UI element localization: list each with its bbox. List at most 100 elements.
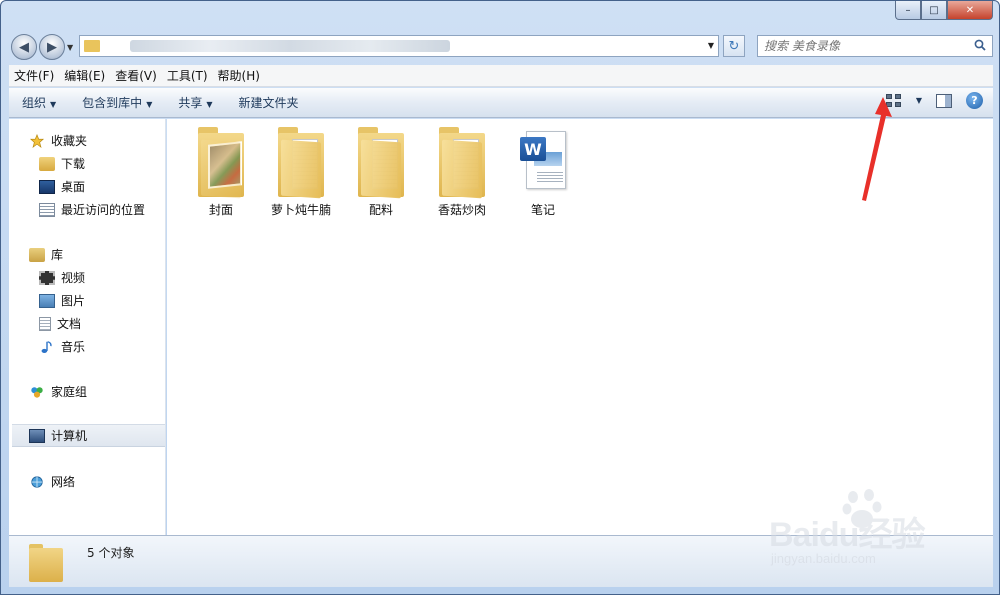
chevron-down-icon[interactable]: ▼ — [708, 41, 714, 50]
help-icon[interactable]: ? — [966, 92, 983, 109]
nav-desktop-label: 桌面 — [61, 180, 86, 194]
search-icon — [974, 39, 986, 51]
item-count: 5 个对象 — [87, 546, 135, 560]
nav-homegroup[interactable]: 家庭组 — [9, 380, 166, 403]
refresh-button[interactable]: ↻ — [723, 35, 745, 57]
red-arrow-annotation — [862, 97, 892, 201]
caption-buttons: – □ ✕ — [895, 1, 993, 21]
nav-computer[interactable]: 计算机 — [12, 424, 165, 447]
folder-icon — [84, 40, 100, 52]
computer-group: 计算机 — [9, 424, 166, 447]
favorites-group: 收藏夹 下载 桌面 最近访问的位置 — [9, 129, 166, 221]
recent-pages-dropdown[interactable]: ▼ — [67, 43, 73, 52]
address-bar[interactable]: ▼ — [79, 35, 719, 57]
address-path-blurred — [130, 40, 450, 52]
recent-places-icon — [39, 202, 55, 217]
file-item[interactable]: W 笔记 — [503, 127, 583, 218]
computer-icon — [29, 428, 45, 443]
menu-file[interactable]: 文件(F) — [9, 65, 59, 87]
watermark-url: jingyan.baidu.com — [771, 551, 876, 566]
menu-help[interactable]: 帮助(H) — [213, 65, 265, 87]
view-controls: ▼ ? — [885, 92, 983, 109]
folder-icon — [439, 127, 485, 199]
refresh-icon: ↻ — [728, 38, 740, 54]
back-button[interactable]: ◀ — [11, 34, 37, 60]
share-label: 共享 — [178, 95, 203, 110]
organize-label: 组织 — [22, 95, 47, 110]
folder-icon — [278, 127, 324, 199]
organize-button[interactable]: 组织 ▼ — [9, 88, 69, 118]
explorer-window: – □ ✕ ◀ ▶ ▼ ▼ ↻ 文件(F) 编辑(E) 查看(V) 工具(T) … — [0, 0, 1000, 595]
nav-desktop[interactable]: 桌面 — [9, 175, 166, 198]
nav-downloads-label: 下载 — [61, 157, 86, 171]
nav-favorites-label: 收藏夹 — [51, 134, 88, 148]
nav-pictures-label: 图片 — [61, 294, 86, 308]
nav-libraries-label: 库 — [51, 248, 64, 262]
menu-view[interactable]: 查看(V) — [110, 65, 162, 87]
nav-computer-label: 计算机 — [51, 429, 88, 443]
menu-bar: 文件(F) 编辑(E) 查看(V) 工具(T) 帮助(H) — [9, 65, 993, 87]
search-box[interactable] — [757, 35, 993, 57]
baidu-watermark: Baidu经验 jingyan.baidu.com — [761, 487, 961, 577]
download-folder-icon — [39, 156, 55, 171]
forward-button[interactable]: ▶ — [39, 34, 65, 60]
menu-edit[interactable]: 编辑(E) — [59, 65, 110, 87]
video-icon — [39, 270, 55, 285]
nav-documents-label: 文档 — [57, 317, 82, 331]
nav-network[interactable]: 网络 — [9, 470, 166, 493]
nav-pictures[interactable]: 图片 — [9, 289, 166, 312]
new-folder-button[interactable]: 新建文件夹 — [226, 88, 312, 118]
include-library-button[interactable]: 包含到库中 ▼ — [69, 88, 165, 118]
chevron-down-icon: ▼ — [50, 99, 57, 109]
minimize-button[interactable]: – — [895, 1, 921, 20]
nav-videos-label: 视频 — [61, 271, 86, 285]
nav-favorites[interactable]: 收藏夹 — [9, 129, 166, 152]
file-name: 笔记 — [530, 203, 555, 217]
nav-videos[interactable]: 视频 — [9, 266, 166, 289]
file-name: 封面 — [208, 203, 233, 217]
close-button[interactable]: ✕ — [947, 1, 993, 20]
nav-downloads[interactable]: 下载 — [9, 152, 166, 175]
nav-music-label: 音乐 — [61, 340, 86, 354]
nav-network-label: 网络 — [51, 475, 76, 489]
search-input[interactable] — [764, 39, 964, 53]
file-item[interactable]: 萝卜炖牛腩 — [261, 127, 341, 218]
nav-documents[interactable]: 文档 — [9, 312, 166, 335]
star-icon — [29, 133, 45, 148]
folder-icon — [358, 127, 404, 199]
arrow-right-icon: ▶ — [47, 39, 57, 55]
picture-icon — [39, 293, 55, 308]
homegroup-group: 家庭组 — [9, 380, 166, 403]
command-bar: 组织 ▼ 包含到库中 ▼ 共享 ▼ 新建文件夹 ▼ ? — [9, 88, 993, 118]
libraries-group: 库 视频 图片 文档 音乐 — [9, 243, 166, 358]
arrow-left-icon: ◀ — [19, 39, 29, 55]
document-icon — [39, 316, 51, 331]
maximize-button[interactable]: □ — [921, 1, 947, 20]
desktop-icon — [39, 179, 55, 194]
network-group: 网络 — [9, 470, 166, 493]
nav-libraries[interactable]: 库 — [9, 243, 166, 266]
folder-icon — [29, 544, 63, 582]
watermark-logo: Baidu经验 — [769, 516, 925, 554]
word-document-icon: W — [520, 131, 566, 193]
file-name: 萝卜炖牛腩 — [270, 203, 331, 217]
share-button[interactable]: 共享 ▼ — [165, 88, 225, 118]
nav-homegroup-label: 家庭组 — [51, 385, 88, 399]
library-icon — [29, 247, 45, 262]
nav-recent-places[interactable]: 最近访问的位置 — [9, 198, 166, 221]
chevron-down-icon: ▼ — [146, 99, 153, 109]
file-name: 配料 — [368, 203, 393, 217]
navigation-pane: 收藏夹 下载 桌面 最近访问的位置 库 视频 图片 文档 音乐 家庭组 计算机 … — [9, 119, 166, 535]
file-item[interactable]: 配料 — [341, 127, 421, 218]
nav-music[interactable]: 音乐 — [9, 335, 166, 358]
folder-photo-icon — [198, 127, 244, 199]
file-item[interactable]: 封面 — [181, 127, 261, 218]
file-item[interactable]: 香菇炒肉 — [422, 127, 502, 218]
preview-pane-icon[interactable] — [936, 93, 952, 108]
file-name: 香菇炒肉 — [437, 203, 486, 217]
menu-tools[interactable]: 工具(T) — [162, 65, 213, 87]
music-icon — [41, 340, 52, 353]
view-options-dropdown[interactable]: ▼ — [916, 96, 922, 105]
include-library-label: 包含到库中 — [82, 95, 143, 110]
address-row: ◀ ▶ ▼ ▼ ↻ — [1, 29, 999, 65]
